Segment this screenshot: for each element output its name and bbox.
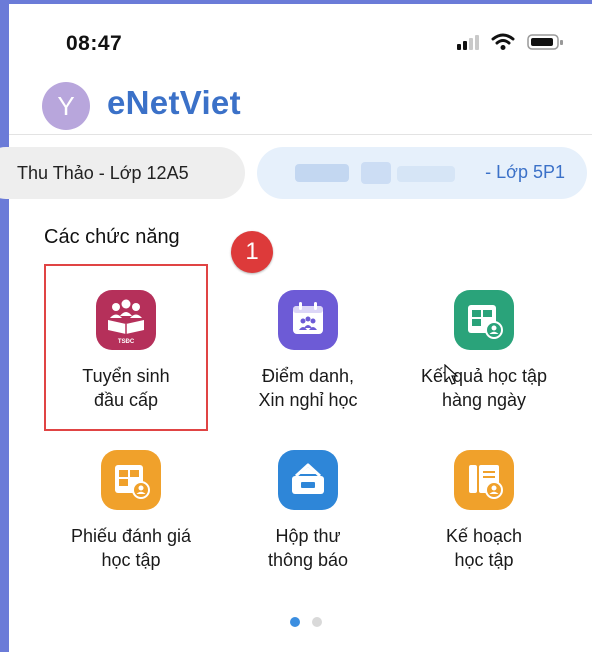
function-label: Hộp thư thông báo	[267, 526, 349, 570]
function-label: Kết quả học tập hàng ngày	[420, 366, 548, 410]
function-hop-thu[interactable]: Hộp thư thông báo	[224, 450, 392, 572]
study-plan-book-icon	[454, 450, 514, 510]
mailbox-icon	[278, 450, 338, 510]
page-dot[interactable]	[312, 617, 322, 627]
student-chip-label: - Lớp 5P1	[485, 162, 565, 182]
screenshot-border-left	[0, 0, 9, 652]
blurred-name	[397, 166, 455, 182]
student-chip-label: Thu Thảo - Lớp 12A5	[17, 162, 189, 183]
blurred-name	[295, 164, 349, 182]
mouse-cursor-icon	[444, 364, 459, 385]
function-ket-qua[interactable]: Kết quả học tập hàng ngày	[400, 290, 568, 412]
calendar-attendance-icon	[278, 290, 338, 350]
app-name: eNetViet	[107, 84, 241, 121]
student-chip[interactable]: - Lớp 5P1	[257, 147, 587, 199]
page-indicator[interactable]	[290, 617, 330, 627]
wifi-icon	[491, 33, 515, 50]
user-avatar[interactable]: Y	[42, 82, 90, 130]
function-label: Phiếu đánh giá học tập	[70, 526, 192, 570]
status-time: 08:47	[66, 32, 123, 55]
app-screen: 08:47 Y eNetViet Thu Thảo - Lớp 12A5 - L…	[0, 0, 592, 652]
page-dot-active[interactable]	[290, 617, 300, 627]
step-badge: 1	[231, 231, 273, 273]
daily-results-icon	[454, 290, 514, 350]
header-divider	[9, 134, 592, 135]
function-label: Kế hoạch học tập	[445, 526, 523, 570]
section-title: Các chức năng	[44, 226, 180, 248]
function-diem-danh[interactable]: Điểm danh, Xin nghỉ học	[224, 290, 392, 412]
function-tuyen-sinh[interactable]: TSĐC Tuyển sinh đầu cấp	[42, 290, 210, 412]
svg-text:TSĐC: TSĐC	[118, 339, 135, 345]
function-label: Tuyển sinh đầu cấp	[82, 366, 170, 410]
status-icons	[450, 30, 570, 54]
function-label: Điểm danh, Xin nghỉ học	[258, 366, 358, 410]
battery-icon	[527, 34, 563, 50]
function-ke-hoach[interactable]: Kế hoạch học tập	[400, 450, 568, 572]
student-chip-selected[interactable]: Thu Thảo - Lớp 12A5	[0, 147, 245, 199]
tsdc-admission-icon: TSĐC	[96, 290, 156, 350]
function-phieu-danh-gia[interactable]: Phiếu đánh giá học tập	[47, 450, 215, 572]
blurred-name	[361, 162, 391, 184]
assessment-sheet-icon	[101, 450, 161, 510]
screenshot-border-top	[9, 0, 592, 4]
